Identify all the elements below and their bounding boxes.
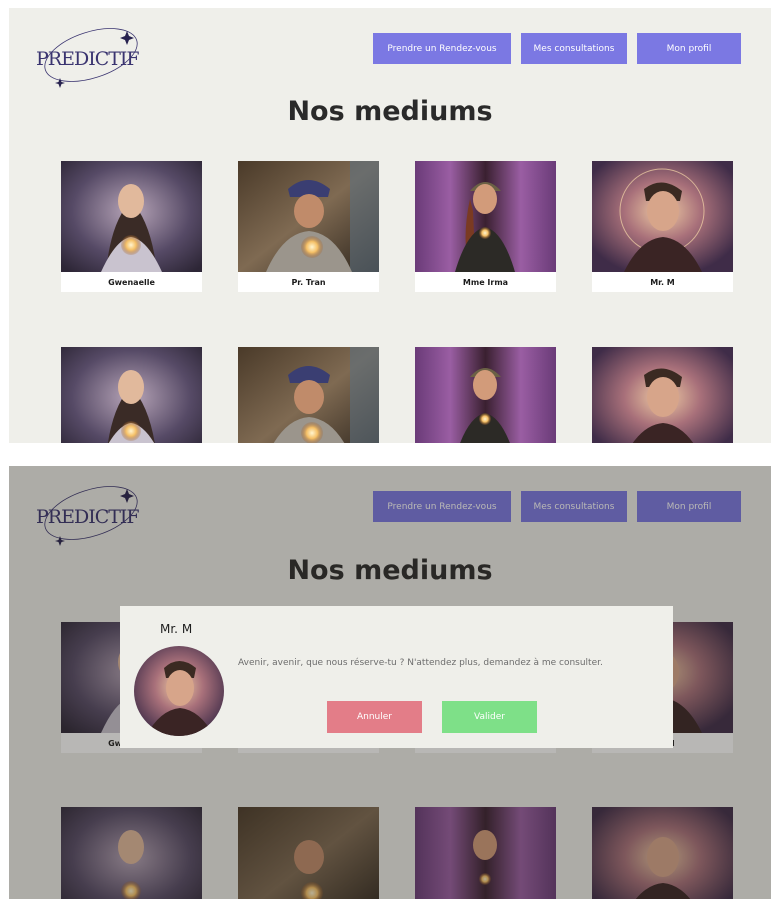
medium-portrait xyxy=(61,347,202,443)
medium-name: Mme Irma xyxy=(415,272,556,292)
home-screen: PREDICTIF Prendre un Rendez-vous Mes con… xyxy=(9,8,771,443)
svg-text:PREDICTIF: PREDICTIF xyxy=(36,48,139,70)
book-appointment-button[interactable]: Prendre un Rendez-vous xyxy=(373,33,511,64)
my-consultations-button[interactable]: Mes consultations xyxy=(521,33,627,64)
page-title: Nos mediums xyxy=(287,96,493,127)
medium-card-mr-m[interactable]: Mr. M xyxy=(592,161,733,292)
medium-portrait xyxy=(238,161,379,272)
validate-button[interactable]: Valider xyxy=(442,701,537,733)
medium-portrait xyxy=(61,161,202,272)
medium-name: Gwenaelle xyxy=(61,272,202,292)
predictif-logo[interactable]: PREDICTIF xyxy=(33,22,143,88)
main-nav: Prendre un Rendez-vous Mes consultations… xyxy=(373,33,741,64)
medium-card-pr-tran[interactable] xyxy=(238,347,379,443)
medium-portrait xyxy=(415,161,556,272)
medium-name: Mr. M xyxy=(592,272,733,292)
medium-name: Pr. Tran xyxy=(238,272,379,292)
medium-card-gwenaelle[interactable]: Gwenaelle xyxy=(61,161,202,292)
modal-medium-name: Mr. M xyxy=(160,622,193,636)
modal-message: Avenir, avenir, que nous réserve-tu ? N'… xyxy=(238,658,603,668)
home-screen-with-modal: PREDICTIF Prendre un Rendez-vous Mes con… xyxy=(9,466,771,899)
medium-card-gwenaelle[interactable] xyxy=(61,347,202,443)
medium-card-pr-tran[interactable]: Pr. Tran xyxy=(238,161,379,292)
medium-portrait xyxy=(592,161,733,272)
medium-card-mme-irma[interactable]: Mme Irma xyxy=(415,161,556,292)
medium-card-mme-irma[interactable] xyxy=(415,347,556,443)
my-profile-button[interactable]: Mon profil xyxy=(637,33,741,64)
medium-portrait xyxy=(415,347,556,443)
medium-portrait xyxy=(592,347,733,443)
medium-portrait xyxy=(238,347,379,443)
modal-medium-avatar xyxy=(134,646,224,736)
consultation-modal: Mr. M Avenir, avenir, que nous réserve-t… xyxy=(120,606,673,748)
medium-card-mr-m[interactable] xyxy=(592,347,733,443)
cancel-button[interactable]: Annuler xyxy=(327,701,422,733)
